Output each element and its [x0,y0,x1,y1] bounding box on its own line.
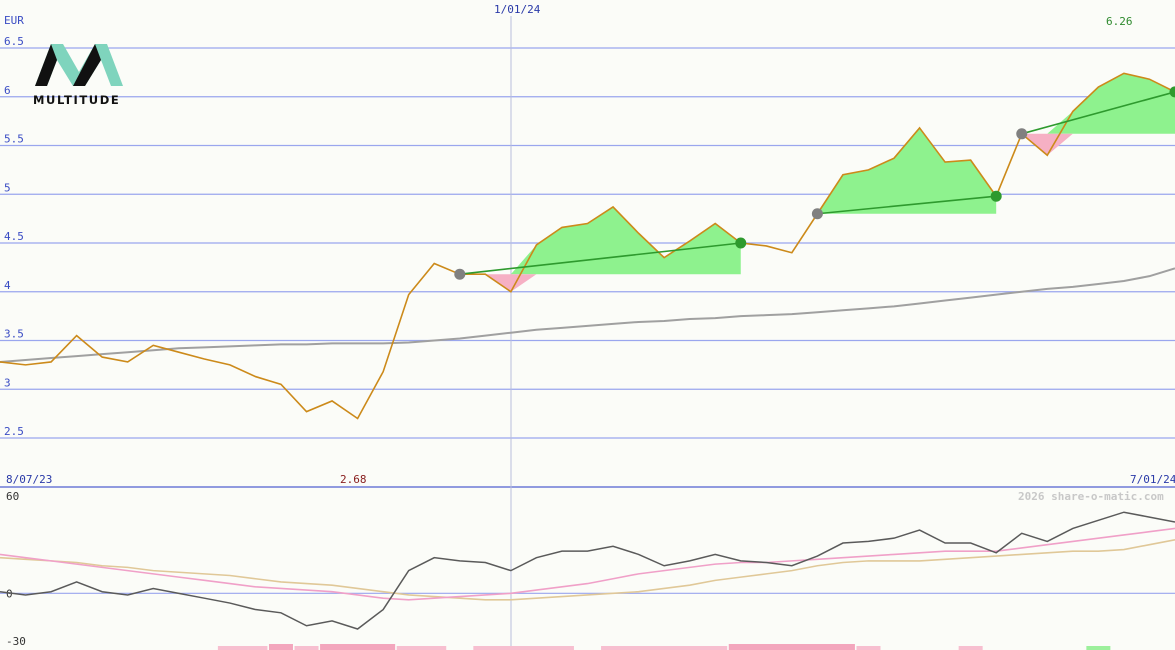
logo-text: MULTITUDE [33,93,121,107]
exit-marker [735,237,747,249]
moving-average-line [0,267,1175,363]
date-end: 7/01/24 [1130,473,1175,486]
entry-marker [454,268,466,280]
price-tick-label: 4.5 [4,230,24,243]
watermark: 2026 share-o-matic.com [1018,490,1164,503]
price-chart: 2.5 3 3.5 4 4.5 5 5.5 6 6.5 600-30 EUR 6.26 1/01… [0,3,1175,650]
osc-main-line [0,511,1175,630]
currency-label: EUR [4,14,24,27]
price-tick-label: 3.5 [4,328,24,341]
price-tick-label: 4 [4,279,11,292]
histogram-bar [396,646,447,650]
price-tick-label: 6.5 [4,35,24,48]
oscillator-panel: 600-30 [0,490,1175,650]
histogram-bar [728,644,855,650]
loss-area [1021,133,1175,156]
price-tick-label: 5 [4,181,11,194]
histogram-bar [856,646,881,650]
entry-marker [1016,128,1028,140]
trade-fills [459,73,1175,292]
osc-signal-line [0,527,1175,601]
osc-signal2-line [0,539,1175,601]
histogram-bar [294,646,319,650]
loss-area [459,274,741,292]
min-value-label: 2.68 [340,473,367,486]
date-mid-top: 1/01/24 [494,3,541,16]
gain-area [459,206,741,275]
last-value-label: 6.26 [1106,15,1133,28]
osc-tick-label: 60 [6,490,19,503]
histogram-bar [217,646,268,650]
price-tick-label: 2.5 [4,425,24,438]
osc-tick-label: -30 [6,635,26,648]
price-grid [0,16,1175,650]
histogram-bar [473,646,574,650]
gain-area [1021,73,1175,134]
histogram-bar [268,644,293,650]
price-tick-label: 6 [4,84,11,97]
gain-area [817,127,997,214]
date-start: 8/07/23 [6,473,52,486]
axis-ticks: 2.5 3 3.5 4 4.5 5 5.5 6 6.5 [4,35,24,438]
histogram-bar [320,644,396,650]
exit-marker [990,190,1002,202]
entry-marker [811,208,823,220]
histogram-bar [1086,646,1111,650]
price-tick-label: 3 [4,376,11,389]
histogram-bar [601,646,728,650]
price-tick-label: 5.5 [4,133,24,146]
histogram-bar [958,646,983,650]
